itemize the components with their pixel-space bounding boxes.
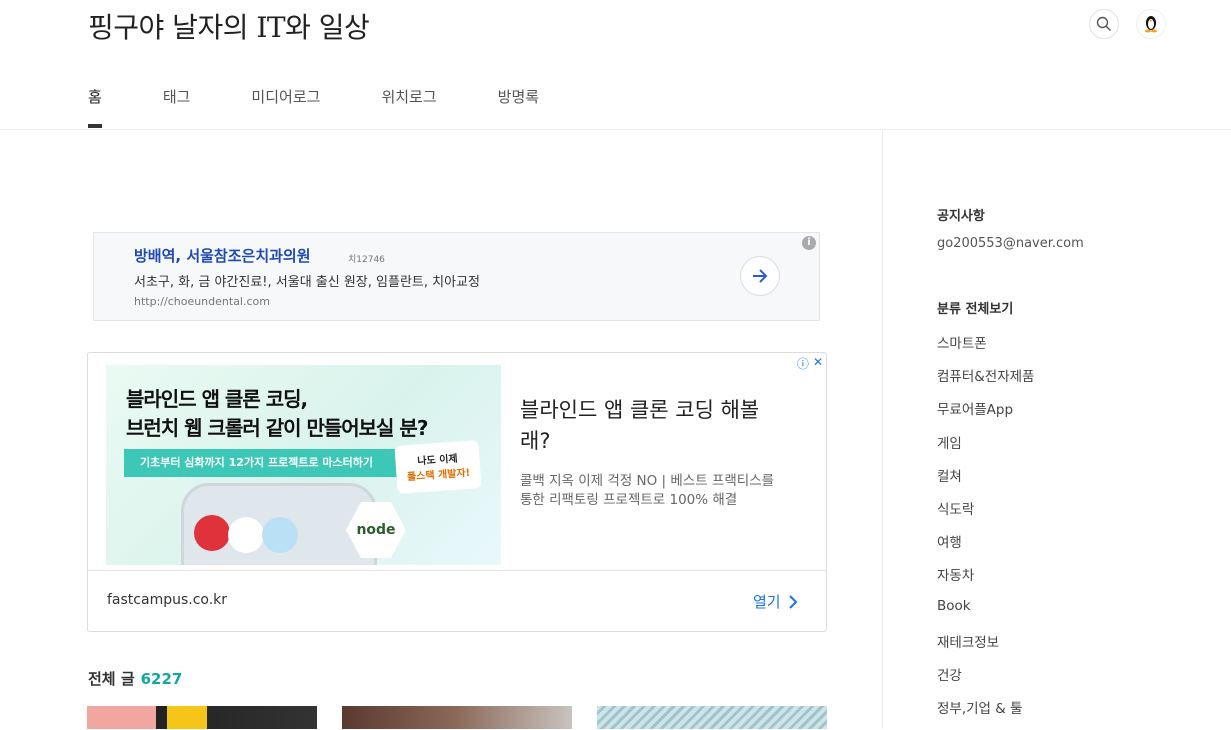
category-item[interactable]: 무료어플App [937, 398, 1034, 431]
ad-headline[interactable]: 블라인드 앱 클론 코딩 해볼래? [520, 395, 780, 457]
banner-headline-2: 브런치 웹 크롤러 같이 만들어보실 분? [126, 416, 428, 440]
ad-url[interactable]: http://choeundental.com [134, 295, 270, 308]
nav-item-home[interactable]: 홈 [88, 86, 102, 129]
category-item[interactable]: 여행 [937, 531, 1034, 564]
category-item[interactable]: 건강 [937, 664, 1034, 697]
profile-avatar-button[interactable] [1136, 9, 1166, 39]
pen-logo-icon [228, 517, 264, 553]
brunch-logo-icon [194, 515, 230, 551]
blog-title[interactable]: 핑구야 날자의 IT와 일상 [88, 6, 370, 46]
post-thumbnail[interactable] [87, 706, 317, 729]
total-posts-label: 전체 글 [88, 670, 135, 688]
total-posts-count: 6227 [140, 670, 183, 688]
ad-open-button[interactable]: 열기 [753, 591, 798, 612]
ad-controls: ⓘ ✕ [797, 355, 823, 372]
ad-description: 서초구, 화, 금 야간진료!, 서울대 출신 원장, 임플란트, 치아교정 [134, 275, 480, 290]
search-icon [1096, 16, 1111, 31]
text-ad[interactable]: 방배역, 서울참조은치과의원 치12746 서초구, 화, 금 야간진료!, 서… [93, 232, 820, 321]
thumbnail-detail [167, 706, 207, 729]
arrow-right-icon [753, 269, 768, 283]
category-item[interactable]: 스마트폰 [937, 332, 1034, 365]
notice-email[interactable]: go200553@naver.com [937, 236, 1084, 251]
banner-headline-1: 블라인드 앱 클론 코딩, [126, 387, 308, 411]
close-icon[interactable]: ✕ [813, 355, 823, 372]
notice-title: 공지사항 [937, 209, 985, 224]
banner-tag: 나도 이제 풀스택 개발자! [394, 440, 482, 494]
nav-item-locationlog[interactable]: 위치로그 [381, 86, 436, 129]
ad-open-label: 열기 [753, 593, 781, 611]
ad-banner-image[interactable]: 블라인드 앱 클론 코딩, 브런치 웹 크롤러 같이 만들어보실 분? 기초부터… [106, 365, 501, 565]
total-posts: 전체 글 6227 [88, 668, 182, 689]
category-list: 스마트폰 컴퓨터&전자제품 무료어플App 게임 컬쳐 식도락 여행 자동차 B… [937, 332, 1034, 730]
category-item[interactable]: 게임 [937, 432, 1034, 465]
ad-body: 콜백 지옥 이제 걱정 NO | 베스트 프랙티스를 통한 리팩토링 프로젝트로… [520, 473, 775, 508]
banner-pill: 기초부터 심화까지 12가지 프로젝트로 마스터하기 [124, 449, 398, 477]
category-title[interactable]: 분류 전체보기 [937, 298, 1013, 317]
post-thumbnail[interactable] [342, 706, 572, 729]
ad-info-icon[interactable]: i [802, 236, 816, 250]
category-item[interactable]: Book [937, 598, 1034, 631]
ad-title[interactable]: 방배역, 서울참조은치과의원 [134, 245, 311, 266]
penguin-avatar-icon [1145, 16, 1157, 33]
display-ad[interactable]: ⓘ ✕ 블라인드 앱 클론 코딩, 브런치 웹 크롤러 같이 만들어보실 분? … [87, 352, 827, 632]
category-item[interactable]: 컬쳐 [937, 465, 1034, 498]
adchoices-icon[interactable]: ⓘ [797, 355, 809, 372]
ad-domain[interactable]: fastcampus.co.kr [107, 592, 227, 608]
nav-item-guestbook[interactable]: 방명록 [498, 86, 539, 129]
sidebar-divider [882, 130, 883, 729]
ad-go-button[interactable] [740, 256, 780, 296]
post-thumbnail[interactable] [597, 706, 827, 729]
main-nav: 홈 태그 미디어로그 위치로그 방명록 [88, 86, 600, 129]
nav-item-medialog[interactable]: 미디어로그 [251, 86, 320, 129]
category-item[interactable]: 식도락 [937, 498, 1034, 531]
category-item[interactable]: 정부,기업 & 툴 [937, 697, 1034, 730]
category-item[interactable]: 자동차 [937, 564, 1034, 597]
header-divider [0, 129, 1231, 130]
ad-license-badge: 치12746 [348, 255, 385, 265]
search-button[interactable] [1089, 9, 1119, 39]
blind-logo-icon [262, 517, 298, 553]
chevron-right-icon [788, 594, 798, 609]
nav-item-tag[interactable]: 태그 [163, 86, 191, 129]
category-item[interactable]: 컴퓨터&전자제품 [937, 365, 1034, 398]
category-item[interactable]: 재테크정보 [937, 631, 1034, 664]
ad-footer-divider [88, 570, 826, 571]
